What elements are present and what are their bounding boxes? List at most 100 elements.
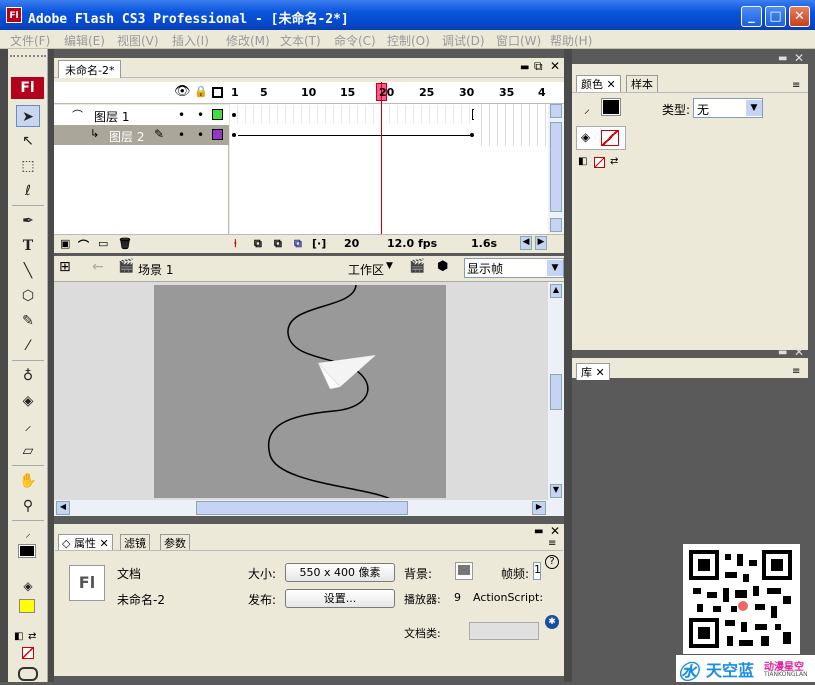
edit-scene-icon[interactable]: 🎬 — [409, 259, 425, 274]
timeline-toggle-icon[interactable]: ⊞ — [59, 259, 71, 275]
center-frame-icon[interactable]: ⍿ — [234, 237, 237, 251]
layer-row-selected[interactable]: ↳ 图层 2 ✎ • • — [54, 125, 229, 145]
tab-library[interactable]: 库 ✕ — [576, 363, 610, 380]
scroll-thumb[interactable] — [550, 122, 562, 212]
edit-multiple-icon[interactable]: ⧉ — [294, 237, 302, 251]
menu-help[interactable]: 帮助(H) — [550, 32, 592, 49]
layer-color-swatch[interactable] — [212, 109, 223, 120]
keyframe-dot[interactable] — [232, 133, 236, 137]
visibility-dot[interactable]: • — [178, 108, 185, 122]
panel-menu-icon[interactable]: ≡ — [792, 80, 800, 91]
lock-dot[interactable]: • — [197, 128, 204, 142]
no-color-icon[interactable] — [22, 647, 34, 659]
menu-window[interactable]: 窗口(W) — [496, 32, 541, 49]
scene-name[interactable]: 场景 1 — [138, 261, 173, 278]
stage-vscroll[interactable]: ▲ ▼ — [548, 282, 564, 500]
scroll-down-icon[interactable] — [550, 218, 562, 232]
menu-modify[interactable]: 修改(M) — [226, 32, 270, 49]
frame-row-1[interactable] — [230, 105, 474, 124]
tab-color[interactable]: 颜色 ✕ — [576, 75, 621, 92]
menu-insert[interactable]: 插入(I) — [172, 32, 209, 49]
size-button[interactable]: 550 x 400 像素 — [285, 563, 395, 582]
swap-colors-icon[interactable]: ⇄ — [28, 631, 40, 643]
scroll-left-icon[interactable]: ◀ — [56, 501, 70, 515]
default-colors-icon[interactable]: ◧ — [14, 631, 26, 643]
minimize-panel-icon[interactable]: ▬ — [534, 526, 543, 537]
brush-tool-icon[interactable]: ⁄ — [16, 335, 40, 357]
empty-frames[interactable] — [474, 104, 548, 146]
menu-file[interactable]: 文件(F) — [10, 32, 50, 49]
onion-skin-icon[interactable]: ⧉ — [254, 237, 262, 251]
stroke-color-swatch[interactable] — [18, 544, 36, 558]
fill-color-swatch[interactable] — [19, 599, 35, 613]
pencil-tool-icon[interactable]: ✎ — [16, 310, 40, 332]
background-color-swatch[interactable] — [455, 562, 473, 580]
scroll-down-icon[interactable]: ▼ — [550, 484, 562, 498]
panel-menu-icon[interactable]: ≡ — [548, 538, 556, 549]
stage-hscroll[interactable]: ◀ ▶ — [54, 500, 564, 516]
layer-name[interactable]: 图层 1 — [94, 108, 129, 125]
layer-name[interactable]: 图层 2 — [109, 128, 144, 145]
tab-filters[interactable]: 滤镜 — [120, 534, 150, 550]
restore-panel-icon[interactable]: ⧉ — [534, 59, 543, 74]
minimize-panel-icon[interactable]: ▬ — [520, 62, 529, 73]
menu-debug[interactable]: 调试(D) — [442, 32, 485, 49]
menu-edit[interactable]: 编辑(E) — [64, 32, 105, 49]
type-dropdown-icon[interactable]: ▼ — [746, 100, 762, 116]
scroll-right-icon[interactable]: ▶ — [532, 501, 546, 515]
subselection-tool-icon[interactable]: ↖ — [16, 130, 40, 152]
timeline-scrollbar[interactable] — [548, 104, 564, 234]
eyedropper-tool-icon[interactable]: ⸝ — [16, 415, 40, 437]
close-panel-icon[interactable]: ✕ — [550, 59, 560, 73]
scroll-thumb[interactable] — [550, 374, 562, 410]
expand-icon[interactable]: ✱ — [545, 615, 559, 629]
free-transform-tool-icon[interactable]: ⬚ — [16, 155, 40, 177]
stroke-swatch[interactable] — [601, 98, 621, 116]
scroll-up-icon[interactable] — [550, 104, 562, 118]
back-arrow-icon[interactable]: ← — [92, 259, 104, 275]
layer-color-swatch[interactable] — [212, 129, 223, 140]
fill-bucket-icon[interactable]: ◈ — [581, 130, 590, 144]
onion-markers-icon[interactable]: [·] — [312, 237, 326, 250]
workspace-menu[interactable]: 工作区 — [348, 261, 384, 278]
show-hide-icon[interactable]: 👁 — [174, 84, 191, 99]
selection-tool-icon[interactable]: ➤ — [16, 105, 40, 127]
close-panel-icon[interactable]: ✕ — [794, 51, 804, 65]
scroll-left-icon[interactable]: ◀ — [520, 236, 532, 250]
zoom-dropdown-icon[interactable]: ▼ — [547, 260, 563, 276]
menu-commands[interactable]: 命令(C) — [334, 32, 376, 49]
polygon-tool-icon[interactable]: ⬡ — [16, 285, 40, 307]
insert-layer-icon[interactable]: ▣ — [60, 237, 70, 250]
outline-icon[interactable] — [212, 87, 223, 98]
visibility-dot[interactable]: • — [178, 128, 185, 142]
close-button[interactable]: ✕ — [789, 6, 810, 27]
maximize-button[interactable]: □ — [765, 6, 786, 27]
swap-colors-icon[interactable]: ⇄ — [610, 156, 618, 167]
frame-grid[interactable] — [230, 104, 548, 234]
minimize-panel-icon[interactable]: ▬ — [778, 53, 787, 64]
minimize-button[interactable]: _ — [741, 6, 762, 27]
lock-dot[interactable]: • — [197, 108, 204, 122]
add-guide-icon[interactable]: ⌒ — [78, 237, 89, 253]
fill-color-icon[interactable]: ◈ — [16, 575, 40, 597]
scroll-right-icon[interactable]: ▶ — [535, 236, 547, 250]
ink-bottle-tool-icon[interactable]: ♁ — [16, 365, 40, 387]
lasso-tool-icon[interactable]: ℓ — [16, 180, 40, 202]
minimize-panel-icon[interactable]: ▬ — [778, 347, 787, 358]
keyframe-dot[interactable] — [232, 113, 236, 117]
tab-properties[interactable]: ◇ 属性 ✕ — [58, 534, 113, 550]
paint-bucket-tool-icon[interactable]: ◈ — [16, 390, 40, 412]
layer-row[interactable]: ⌒ 图层 1 • • — [54, 105, 229, 125]
settings-button[interactable]: 设置... — [285, 589, 395, 608]
hand-tool-icon[interactable]: ✋ — [16, 470, 40, 492]
lock-icon[interactable]: 🔒 — [194, 85, 208, 98]
insert-folder-icon[interactable]: ▭ — [98, 237, 108, 250]
menu-control[interactable]: 控制(O) — [387, 32, 430, 49]
scroll-thumb[interactable] — [196, 501, 408, 515]
pen-tool-icon[interactable]: ✒ — [16, 210, 40, 232]
scroll-up-icon[interactable]: ▲ — [550, 284, 562, 298]
zoom-select[interactable]: 显示帧 ▼ — [464, 258, 564, 278]
help-icon[interactable]: ? — [545, 555, 559, 569]
zoom-tool-icon[interactable]: ⚲ — [16, 495, 40, 517]
fill-none-swatch[interactable] — [601, 130, 619, 146]
